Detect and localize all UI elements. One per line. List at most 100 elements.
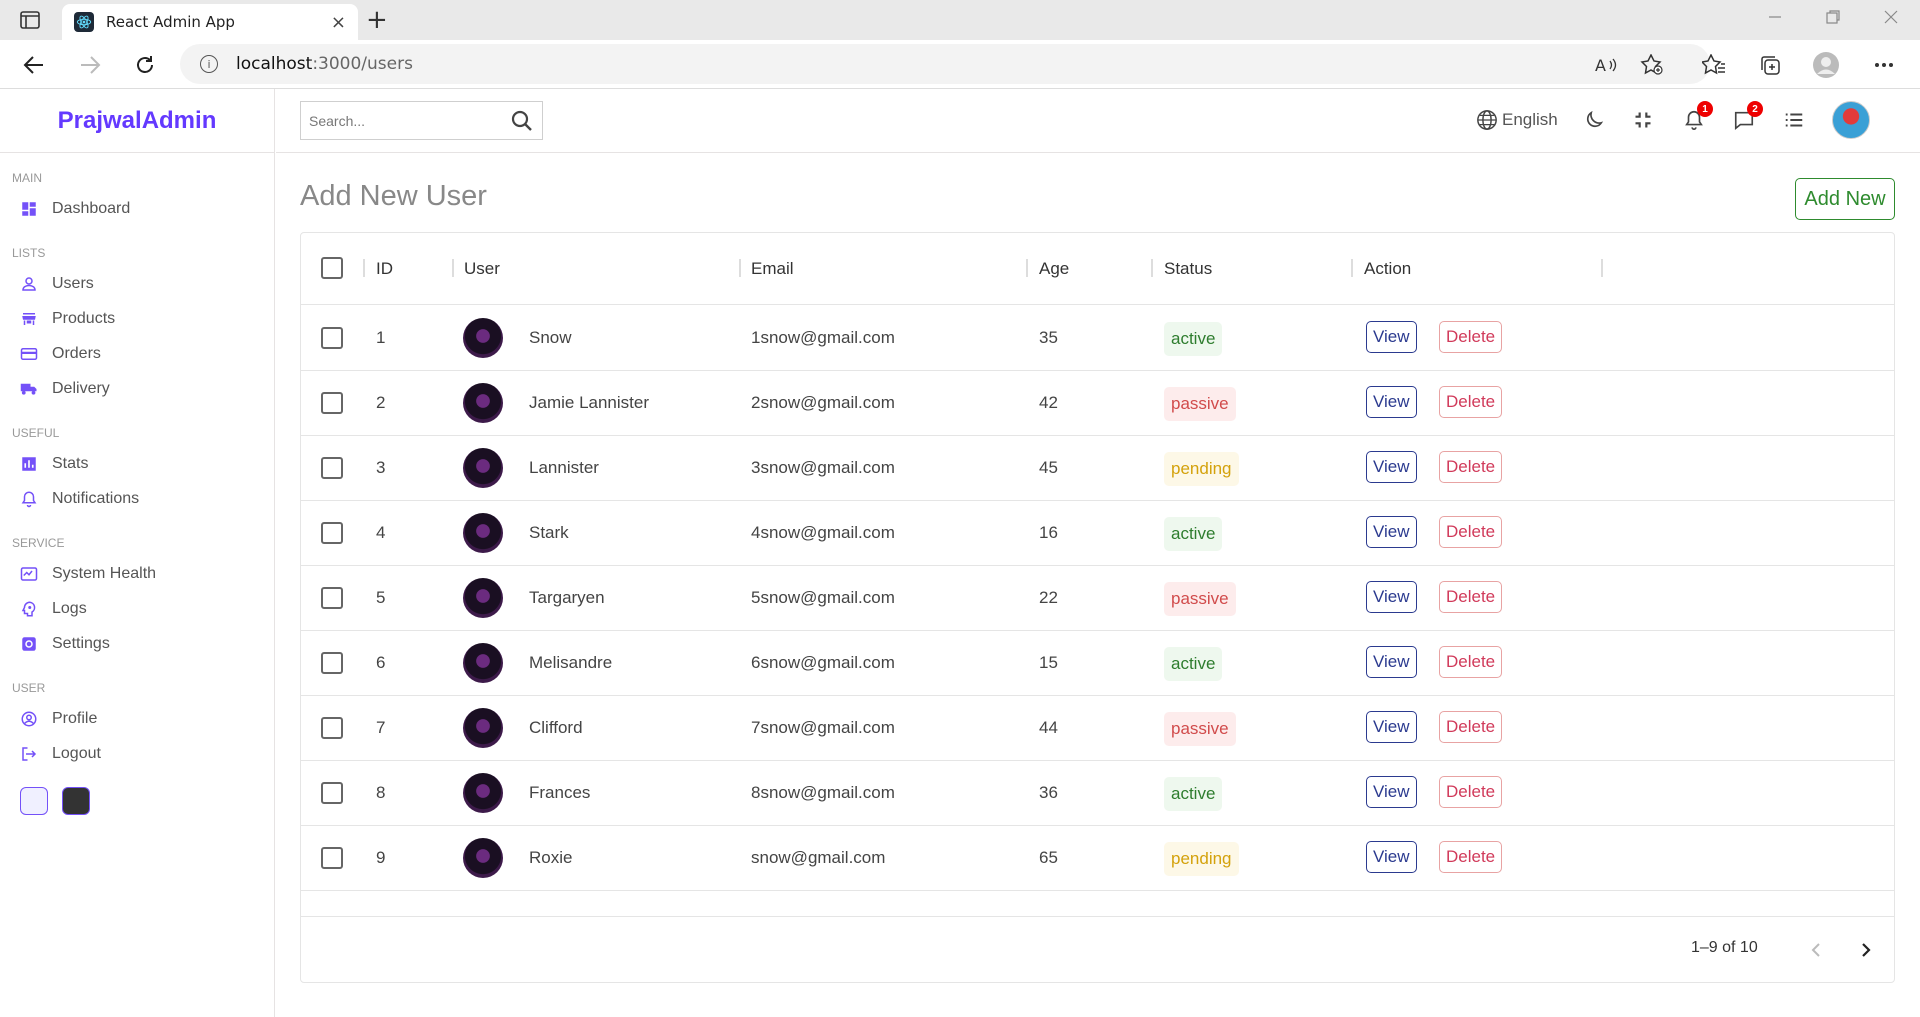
read-aloud-icon[interactable]: A <box>1592 51 1620 79</box>
delete-button[interactable]: Delete <box>1439 776 1503 808</box>
list-menu-button[interactable] <box>1783 107 1805 133</box>
previous-page-button[interactable] <box>1801 935 1831 965</box>
row-checkbox[interactable] <box>321 652 343 674</box>
sidebar-item-logout[interactable]: Logout <box>0 736 274 771</box>
column-header-id[interactable]: ID <box>376 259 393 279</box>
column-header-email[interactable]: Email <box>751 259 794 279</box>
row-checkbox[interactable] <box>321 392 343 414</box>
sidebar-item-label: Logs <box>52 599 87 617</box>
table-row[interactable]: 8 Frances 8snow@gmail.com 36 active View Delet… <box>301 761 1894 826</box>
view-button[interactable]: View <box>1366 321 1417 353</box>
add-new-button[interactable]: Add New <box>1795 178 1895 220</box>
restore-icon[interactable] <box>1826 8 1840 29</box>
row-checkbox[interactable] <box>321 587 343 609</box>
sidebar-item-logs[interactable]: Logs <box>0 591 274 626</box>
row-checkbox[interactable] <box>321 782 343 804</box>
site-info-icon[interactable]: i <box>200 55 218 73</box>
column-separator[interactable] <box>1026 259 1028 277</box>
delete-button[interactable]: Delete <box>1439 581 1503 613</box>
new-tab-button[interactable]: + <box>366 4 388 36</box>
table-row[interactable]: 5 Targaryen 5snow@gmail.com 22 passive View De… <box>301 566 1894 631</box>
column-header-status[interactable]: Status <box>1164 259 1212 279</box>
tab-close-icon[interactable]: × <box>331 12 346 33</box>
profile-avatar-icon[interactable] <box>1812 51 1840 79</box>
sidebar-item-profile[interactable]: Profile <box>0 701 274 736</box>
search-icon[interactable] <box>510 109 534 133</box>
sidebar-item-dashboard[interactable]: Dashboard <box>0 191 274 226</box>
cell-age: 16 <box>1039 523 1058 542</box>
search-input[interactable] <box>309 112 510 129</box>
url-bar[interactable]: i localhost:3000/users <box>180 44 1710 84</box>
app-logo[interactable]: PrajwalAdmin <box>58 107 217 135</box>
user-avatar-image <box>463 643 503 683</box>
sidebar-item-products[interactable]: Products <box>0 301 274 336</box>
column-separator[interactable] <box>1601 259 1603 277</box>
notifications-button[interactable]: 1 <box>1683 101 1713 133</box>
browser-tab[interactable]: React Admin App × <box>62 4 358 40</box>
view-button[interactable]: View <box>1366 841 1417 873</box>
column-separator[interactable] <box>1351 259 1353 277</box>
minimize-icon[interactable] <box>1768 8 1782 29</box>
add-favorite-icon[interactable] <box>1638 51 1666 79</box>
view-button[interactable]: View <box>1366 646 1417 678</box>
sidebar-item-users[interactable]: Users <box>0 266 274 301</box>
column-separator[interactable] <box>452 259 454 277</box>
top-navbar: English 1 2 <box>276 89 1920 153</box>
dark-theme-option[interactable] <box>62 787 90 815</box>
sidebar-item-system-health[interactable]: System Health <box>0 556 274 591</box>
column-header-action[interactable]: Action <box>1364 259 1411 279</box>
view-button[interactable]: View <box>1366 581 1417 613</box>
table-row[interactable]: 9 Roxie snow@gmail.com 65 pending View Delete <box>301 826 1894 891</box>
delete-button[interactable]: Delete <box>1439 386 1503 418</box>
select-all-checkbox[interactable] <box>321 257 343 279</box>
delete-button[interactable]: Delete <box>1439 711 1503 743</box>
more-options-icon[interactable] <box>1870 51 1898 79</box>
delete-button[interactable]: Delete <box>1439 321 1503 353</box>
sidebar-item-label: Logout <box>52 744 101 762</box>
delete-button[interactable]: Delete <box>1439 516 1503 548</box>
column-header-age[interactable]: Age <box>1039 259 1069 279</box>
column-separator[interactable] <box>739 259 741 277</box>
light-theme-option[interactable] <box>20 787 48 815</box>
row-checkbox[interactable] <box>321 457 343 479</box>
fullscreen-exit-toggle[interactable] <box>1633 107 1653 133</box>
sidebar-item-notifications[interactable]: Notifications <box>0 481 274 516</box>
table-row[interactable]: 7 Clifford 7snow@gmail.com 44 passive View Del… <box>301 696 1894 761</box>
close-window-icon[interactable] <box>1884 8 1898 29</box>
view-button[interactable]: View <box>1366 776 1417 808</box>
view-button[interactable]: View <box>1366 516 1417 548</box>
row-checkbox[interactable] <box>321 717 343 739</box>
table-row[interactable]: 4 Stark 4snow@gmail.com 16 active View Delete <box>301 501 1894 566</box>
tab-actions-icon[interactable] <box>16 8 44 32</box>
favorites-icon[interactable] <box>1700 51 1728 79</box>
delete-button[interactable]: Delete <box>1439 451 1503 483</box>
table-row[interactable]: 3 Lannister 3snow@gmail.com 45 pending View De… <box>301 436 1894 501</box>
table-row[interactable]: 6 Melisandre 6snow@gmail.com 15 active View De… <box>301 631 1894 696</box>
refresh-icon[interactable] <box>131 51 159 79</box>
sidebar-item-stats[interactable]: Stats <box>0 446 274 481</box>
back-arrow-icon[interactable] <box>20 51 48 79</box>
column-separator[interactable] <box>1151 259 1153 277</box>
sidebar-item-settings[interactable]: Settings <box>0 626 274 661</box>
view-button[interactable]: View <box>1366 711 1417 743</box>
row-checkbox[interactable] <box>321 847 343 869</box>
delete-button[interactable]: Delete <box>1439 646 1503 678</box>
collections-icon[interactable] <box>1756 51 1784 79</box>
row-checkbox[interactable] <box>321 327 343 349</box>
sidebar-item-delivery[interactable]: Delivery <box>0 371 274 406</box>
column-separator[interactable] <box>363 259 365 277</box>
dark-mode-toggle[interactable] <box>1583 107 1605 133</box>
view-button[interactable]: View <box>1366 386 1417 418</box>
forward-arrow-icon[interactable] <box>76 51 104 79</box>
messages-button[interactable]: 2 <box>1733 101 1763 133</box>
table-row[interactable]: 2 Jamie Lannister 2snow@gmail.com 42 passive… <box>301 371 1894 436</box>
user-avatar[interactable] <box>1832 101 1870 139</box>
language-selector[interactable]: English <box>1476 107 1558 133</box>
column-header-user[interactable]: User <box>464 259 500 279</box>
row-checkbox[interactable] <box>321 522 343 544</box>
table-row[interactable]: 1 Snow 1snow@gmail.com 35 active View Delete <box>301 306 1894 371</box>
view-button[interactable]: View <box>1366 451 1417 483</box>
sidebar-item-orders[interactable]: Orders <box>0 336 274 371</box>
next-page-button[interactable] <box>1851 935 1881 965</box>
delete-button[interactable]: Delete <box>1439 841 1503 873</box>
